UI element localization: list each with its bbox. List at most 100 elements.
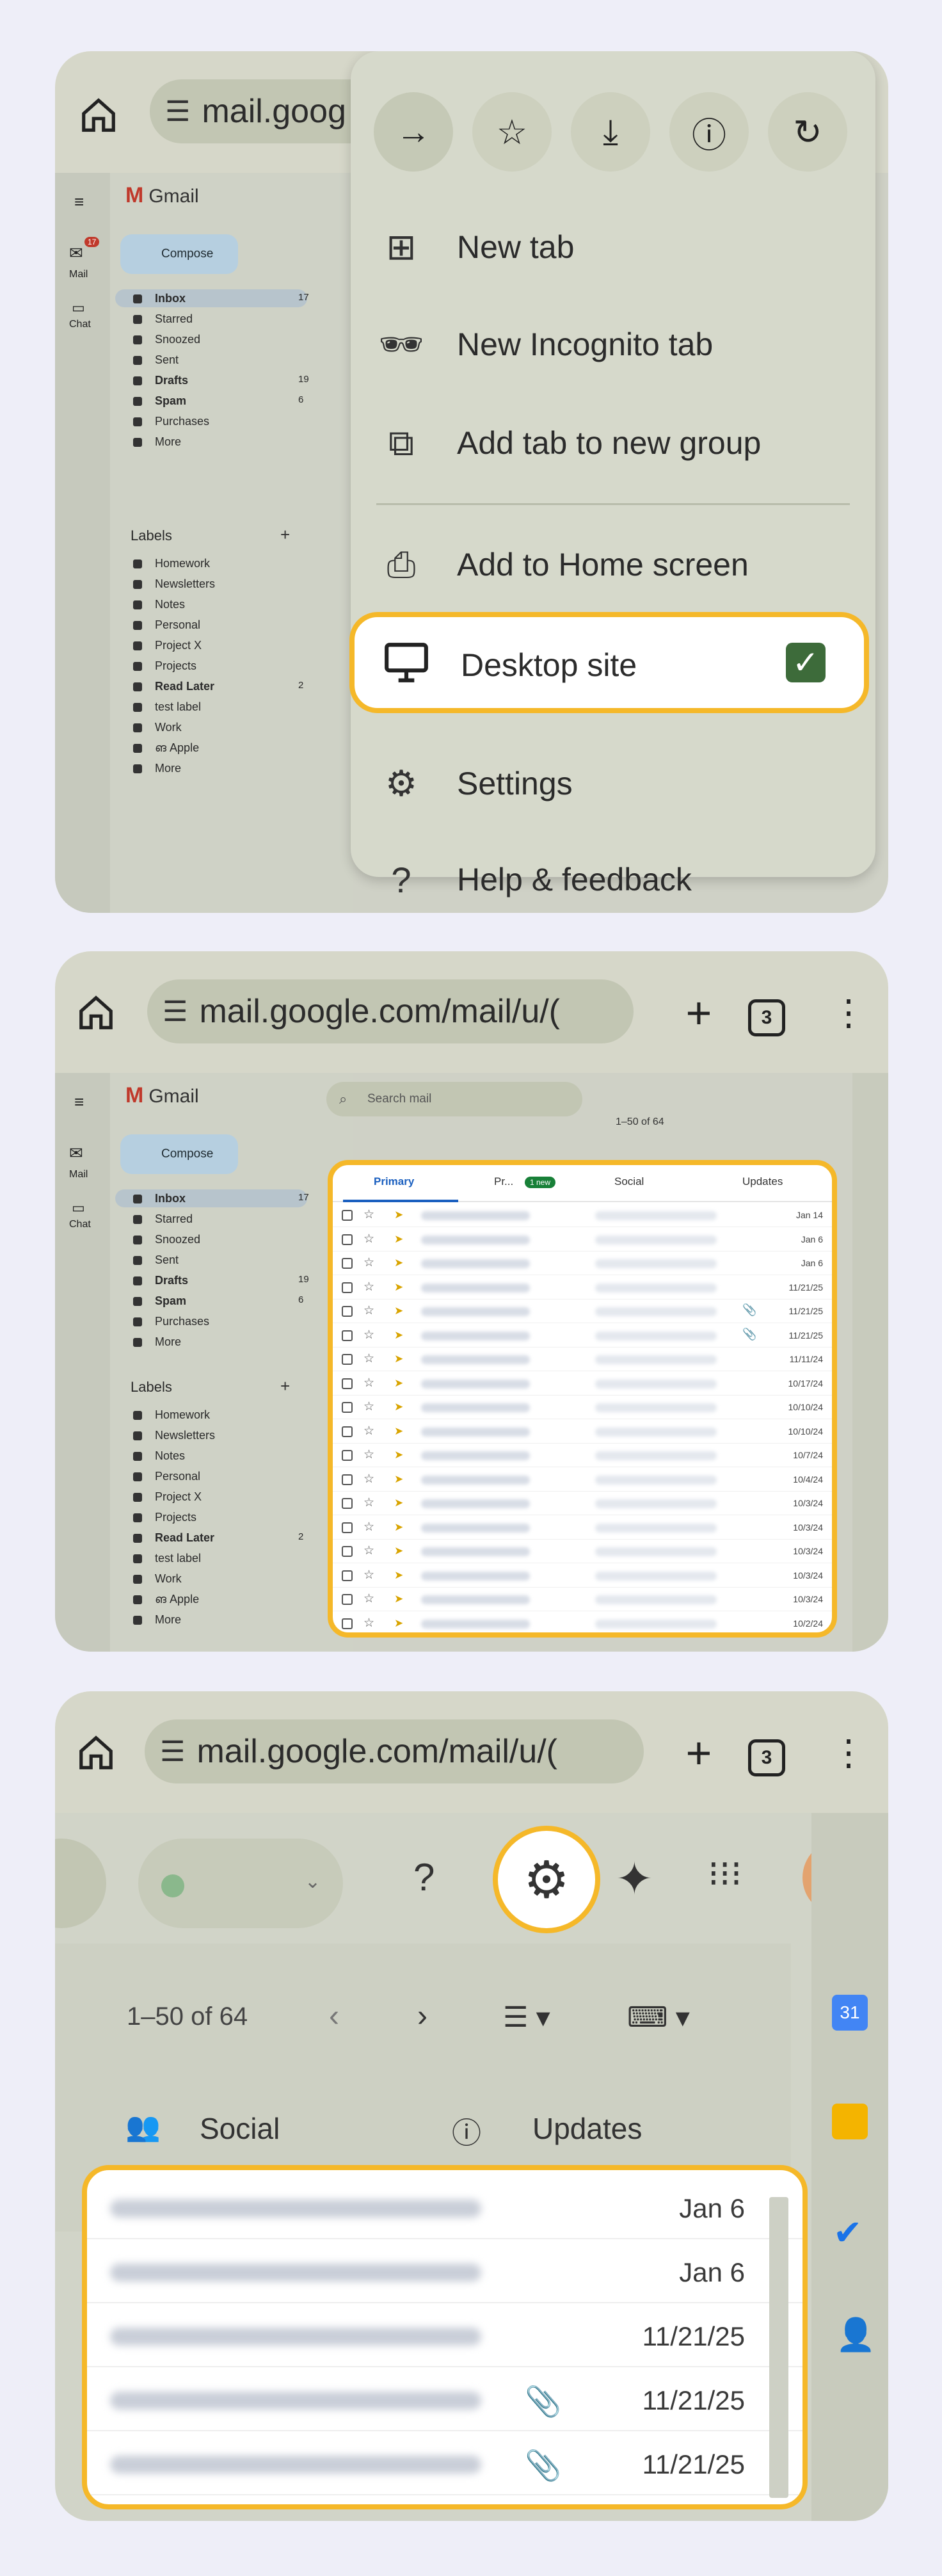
- menu-item-incognito[interactable]: 🕶 New Incognito tab: [351, 306, 875, 383]
- sidebar-label-item[interactable]: Personal: [155, 618, 200, 632]
- menu-item-settings[interactable]: ⚙ Settings: [351, 745, 875, 822]
- importance-icon[interactable]: ➤: [394, 1449, 403, 1461]
- star-icon[interactable]: ☆: [363, 1351, 374, 1366]
- compose-button[interactable]: Compose: [120, 234, 238, 274]
- row-checkbox[interactable]: [342, 1546, 353, 1557]
- star-icon[interactable]: ☆: [363, 1543, 374, 1558]
- table-row[interactable]: ☆ ➤ Jan 14: [333, 1203, 832, 1227]
- importance-icon[interactable]: ➤: [394, 1329, 403, 1342]
- star-icon[interactable]: ☆: [363, 1495, 374, 1510]
- row-checkbox[interactable]: [342, 1306, 353, 1317]
- sidebar-label-item[interactable]: More: [155, 762, 181, 775]
- sidebar-label-item[interactable]: Newsletters: [155, 577, 215, 591]
- menu-item-add-home[interactable]: ⎙ Add to Home screen: [351, 526, 875, 603]
- next-page-icon[interactable]: ›: [417, 1999, 427, 2034]
- menu-icon[interactable]: ≡: [74, 192, 84, 212]
- sidebar-label-item[interactable]: Homework: [155, 1408, 210, 1422]
- table-row[interactable]: ☆ ➤ 10/2/24: [333, 1612, 832, 1633]
- table-row[interactable]: ☆ ➤ 10/4/24: [333, 1468, 832, 1492]
- tab-promotions[interactable]: Pr...: [494, 1175, 513, 1188]
- star-icon[interactable]: ☆: [363, 1255, 374, 1270]
- table-row[interactable]: ☆ ➤ 10/3/24: [333, 1516, 832, 1540]
- menu-item-tab-group[interactable]: ⧉ Add tab to new group: [351, 405, 875, 481]
- table-row[interactable]: ☆ ➤ 10/7/24: [333, 1444, 832, 1467]
- sidebar-label-item[interactable]: test label: [155, 1552, 201, 1565]
- star-icon[interactable]: ☆: [363, 1591, 374, 1606]
- importance-icon[interactable]: ➤: [394, 1257, 403, 1269]
- table-row[interactable]: 📎 11/21/25: [87, 2431, 802, 2495]
- menu-item-help[interactable]: ? Help & feedback: [351, 841, 875, 913]
- add-label-icon[interactable]: +: [280, 1376, 290, 1396]
- more-icon[interactable]: ⋮: [829, 1727, 868, 1778]
- row-checkbox[interactable]: [342, 1402, 353, 1413]
- row-checkbox[interactable]: [342, 1258, 353, 1269]
- star-icon[interactable]: ☆: [363, 1328, 374, 1342]
- site-settings-icon[interactable]: ☰: [163, 995, 188, 1028]
- importance-icon[interactable]: ➤: [394, 1353, 403, 1365]
- gemini-icon[interactable]: ✦: [616, 1853, 653, 1905]
- sidebar-item-snoozed[interactable]: Snoozed: [155, 1233, 200, 1246]
- more-icon[interactable]: ⋮: [829, 987, 868, 1038]
- sidebar-label-item[interactable]: Read Later: [155, 1531, 214, 1545]
- sidebar-label-item[interactable]: Newsletters: [155, 1429, 215, 1442]
- tasks-icon[interactable]: ✔: [833, 2212, 862, 2253]
- download-icon[interactable]: ⤓: [571, 92, 650, 172]
- sidebar-item-spam[interactable]: Spam: [155, 394, 186, 408]
- chat-icon[interactable]: ▭: [72, 1200, 85, 1216]
- star-icon[interactable]: ☆: [363, 1232, 374, 1246]
- sidebar-item-starred[interactable]: Starred: [155, 312, 193, 326]
- prev-page-icon[interactable]: ‹: [329, 1999, 339, 2034]
- row-checkbox[interactable]: [342, 1282, 353, 1293]
- row-checkbox[interactable]: [342, 1474, 353, 1485]
- sidebar-label-item[interactable]: More: [155, 1613, 181, 1627]
- row-checkbox[interactable]: [342, 1210, 353, 1221]
- table-row[interactable]: ☆ ➤ 11/21/25: [333, 1276, 832, 1300]
- home-icon[interactable]: [70, 987, 122, 1038]
- star-icon[interactable]: ☆: [363, 1376, 374, 1390]
- table-row[interactable]: ☆ ➤ 10/3/24: [333, 1492, 832, 1515]
- site-settings-icon[interactable]: ☰: [165, 95, 190, 128]
- apps-grid-icon[interactable]: ⁝⁝⁝: [708, 1853, 742, 1895]
- sidebar-item-more[interactable]: More: [155, 1335, 181, 1349]
- sidebar-label-item[interactable]: Notes: [155, 598, 185, 611]
- table-row[interactable]: ☆ ➤ 📎 11/21/25: [333, 1300, 832, 1323]
- sidebar-item-purchases[interactable]: Purchases: [155, 1315, 209, 1328]
- star-icon[interactable]: ☆: [363, 1568, 374, 1582]
- importance-icon[interactable]: ➤: [394, 1209, 403, 1221]
- sidebar-label-item[interactable]: Notes: [155, 1449, 185, 1463]
- importance-icon[interactable]: ➤: [394, 1497, 403, 1509]
- importance-icon[interactable]: ➤: [394, 1425, 403, 1438]
- home-icon[interactable]: [73, 90, 124, 141]
- star-icon[interactable]: ☆: [363, 1472, 374, 1486]
- star-icon[interactable]: ☆: [363, 1616, 374, 1630]
- sidebar-label-item[interactable]: Read Later: [155, 680, 214, 693]
- sidebar-item-sent[interactable]: Sent: [155, 1253, 179, 1267]
- importance-icon[interactable]: ➤: [394, 1305, 403, 1317]
- table-row[interactable]: 📎 11/21/25: [87, 2367, 802, 2431]
- importance-icon[interactable]: ➤: [394, 1569, 403, 1582]
- sidebar-item-inbox[interactable]: Inbox: [155, 292, 186, 305]
- mail-icon[interactable]: ✉: [69, 243, 83, 263]
- tab-switcher-button[interactable]: 3: [741, 992, 792, 1043]
- calendar-icon[interactable]: 31: [832, 1995, 868, 2031]
- importance-icon[interactable]: ➤: [394, 1545, 403, 1558]
- star-icon[interactable]: ☆: [363, 1399, 374, 1414]
- density-icon[interactable]: ☰ ▾: [503, 2001, 550, 2034]
- sidebar-item-starred[interactable]: Starred: [155, 1212, 193, 1226]
- contacts-icon[interactable]: 👤: [836, 2316, 875, 2354]
- row-checkbox[interactable]: [342, 1234, 353, 1245]
- sidebar-label-item[interactable]: ങ Apple: [155, 741, 199, 755]
- settings-gear-button[interactable]: ⚙: [493, 1826, 600, 1933]
- sidebar-label-item[interactable]: Projects: [155, 1511, 196, 1524]
- sidebar-item-drafts[interactable]: Drafts: [155, 374, 188, 387]
- tab-social[interactable]: Social: [614, 1175, 644, 1188]
- sidebar-item-inbox[interactable]: Inbox: [155, 1192, 186, 1205]
- row-checkbox[interactable]: [342, 1330, 353, 1341]
- menu-item-new-tab[interactable]: ⊞ New tab: [351, 209, 875, 286]
- add-label-icon[interactable]: +: [280, 525, 290, 545]
- address-bar[interactable]: ☰ mail.google.com/mail/u/(: [145, 1719, 644, 1783]
- sidebar-label-item[interactable]: Projects: [155, 659, 196, 673]
- forward-icon[interactable]: →: [374, 92, 453, 172]
- table-row[interactable]: 11/21/25: [87, 2303, 802, 2367]
- row-checkbox[interactable]: [342, 1378, 353, 1389]
